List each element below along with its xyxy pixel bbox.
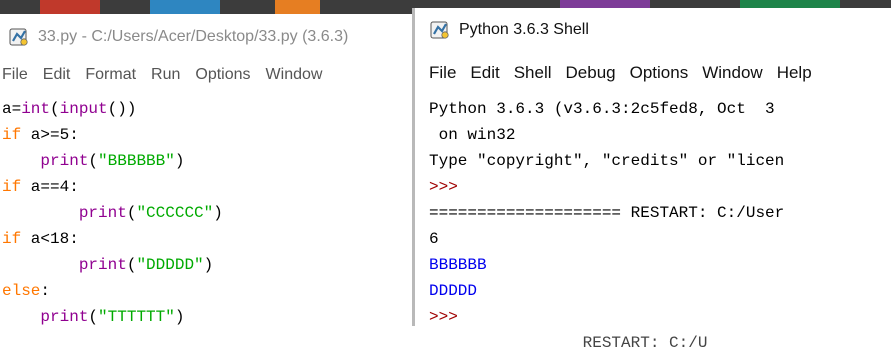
code-token: ( <box>88 308 99 326</box>
code-token: print <box>40 152 89 170</box>
code-line[interactable]: if a>=5: <box>2 124 79 150</box>
editor-menu-edit[interactable]: Edit <box>43 66 71 84</box>
code-token: ( <box>88 152 99 170</box>
shell-window[interactable]: Python 3.6.3 Shell File Edit Shell Debug Opt… <box>412 8 891 352</box>
shell-menu-help[interactable]: Help <box>777 63 812 83</box>
shell-output-line: Type "copyright", "credits" or "licen <box>429 152 785 170</box>
shell-output-line: BBBBBB <box>429 256 487 274</box>
editor-code-area[interactable]: a=int(input()) if a>=5: print("BBBBBB") if… <box>0 98 412 326</box>
code-token: int <box>21 100 51 118</box>
code-token: print <box>78 256 127 274</box>
shell-output-line: DDDDD <box>429 282 478 300</box>
code-token: ) <box>213 204 223 222</box>
code-token: a<18: <box>21 230 79 248</box>
code-line[interactable]: print("DDDDD") <box>2 254 213 280</box>
code-token: if <box>2 178 22 196</box>
code-token: ) <box>203 256 214 274</box>
shell-menu-debug[interactable]: Debug <box>566 63 616 83</box>
shell-output-line: RESTART: C:/U <box>429 334 708 352</box>
shell-prompt: >>> <box>429 178 458 196</box>
editor-title: 33.py - C:/Users/Acer/Desktop/33.py (3.6… <box>38 28 349 45</box>
editor-titlebar[interactable]: 33.py - C:/Users/Acer/Desktop/33.py (3.6… <box>0 14 412 60</box>
shell-menu-window[interactable]: Window <box>702 63 762 83</box>
code-line[interactable]: if a<18: <box>2 228 79 254</box>
desktop-icon-strip <box>150 0 220 14</box>
editor-menu-file[interactable]: File <box>2 66 28 84</box>
code-token: input <box>59 100 108 118</box>
shell-menubar: File Edit Shell Debug Options Window Help <box>415 56 891 90</box>
shell-prompt: >>> <box>429 308 458 326</box>
shell-menu-file[interactable]: File <box>429 63 456 83</box>
code-token: print <box>40 308 89 326</box>
desktop-icon-strip <box>275 0 320 14</box>
shell-titlebar[interactable]: Python 3.6.3 Shell <box>415 10 891 50</box>
idle-python-icon <box>8 26 30 48</box>
code-token: ( <box>50 100 60 118</box>
code-token: "BBBBBB" <box>98 152 175 170</box>
editor-window[interactable]: 33.py - C:/Users/Acer/Desktop/33.py (3.6… <box>0 14 412 326</box>
code-token: ()) <box>107 100 137 118</box>
code-token: "CCCCCC" <box>136 204 214 222</box>
code-token: print <box>78 204 127 222</box>
code-token: ( <box>126 204 137 222</box>
shell-menu-edit[interactable]: Edit <box>470 63 499 83</box>
shell-menu-shell[interactable]: Shell <box>514 63 552 83</box>
code-token: else <box>2 282 41 300</box>
code-token: ) <box>174 308 185 326</box>
code-token: : <box>40 282 51 300</box>
editor-menu-run[interactable]: Run <box>151 66 180 84</box>
shell-output-line: ==================== RESTART: C:/User <box>429 204 785 222</box>
idle-python-icon <box>429 19 451 41</box>
code-token: ) <box>174 152 185 170</box>
shell-output-line: on win32 <box>429 126 516 144</box>
shell-output-area[interactable]: Python 3.6.3 (v3.6.3:2c5fed8, Oct 3 on w… <box>415 90 891 352</box>
shell-title: Python 3.6.3 Shell <box>459 21 589 38</box>
shell-output-line: Python 3.6.3 (v3.6.3:2c5fed8, Oct 3 <box>429 100 775 118</box>
code-token: if <box>2 126 22 144</box>
code-token: "TTTTTT" <box>98 308 175 326</box>
code-line[interactable]: else: <box>2 280 50 306</box>
editor-menu-options[interactable]: Options <box>195 66 250 84</box>
code-token: if <box>2 230 22 248</box>
code-token: ( <box>126 256 137 274</box>
code-line[interactable]: if a==4: <box>2 176 79 202</box>
desktop-icon-strip <box>40 0 100 14</box>
code-token: a= <box>2 100 22 118</box>
code-token: "DDDDD" <box>136 256 204 274</box>
code-line[interactable]: print("TTTTTT") <box>2 306 184 332</box>
code-token: a==4: <box>21 178 79 196</box>
editor-menu-window[interactable]: Window <box>266 66 323 84</box>
shell-output-line: 6 <box>429 230 439 248</box>
code-line[interactable]: print("BBBBBB") <box>2 150 184 176</box>
shell-menu-options[interactable]: Options <box>630 63 689 83</box>
editor-menubar: File Edit Format Run Options Window <box>0 60 412 90</box>
code-token: a>=5: <box>21 126 79 144</box>
code-line[interactable]: a=int(input()) <box>2 98 136 124</box>
editor-menu-format[interactable]: Format <box>85 66 136 84</box>
code-line[interactable]: print("CCCCCC") <box>2 202 223 228</box>
